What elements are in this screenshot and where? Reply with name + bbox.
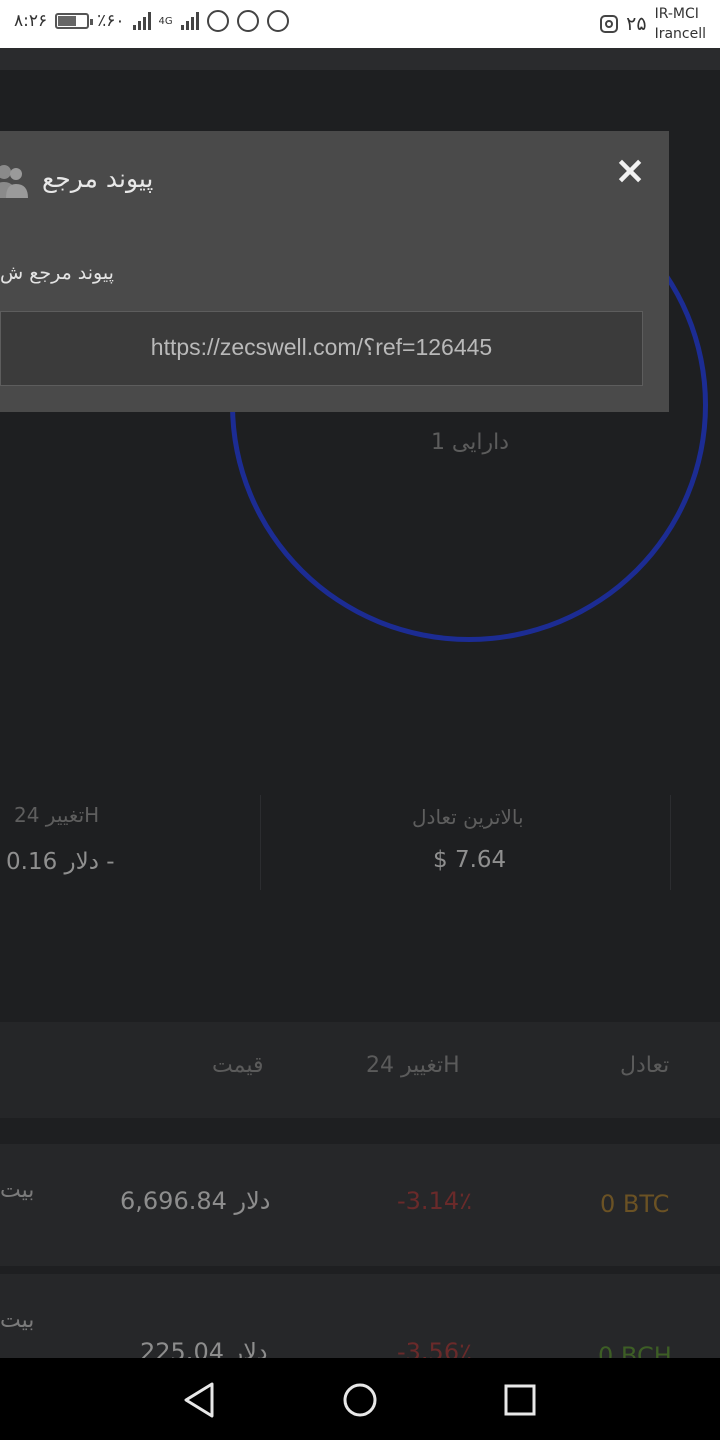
back-triangle-icon[interactable] — [178, 1378, 222, 1422]
eye-icon — [206, 10, 229, 32]
navigation-bar — [0, 1358, 720, 1440]
recents-square-icon[interactable] — [498, 1378, 542, 1422]
stats-divider — [260, 795, 261, 890]
data-saver-icon — [266, 10, 289, 32]
notification-count: ۲۵ — [626, 13, 647, 35]
header-change: تغییر 24H — [366, 1053, 460, 1078]
header-price: قیمت — [212, 1053, 264, 1078]
row-coin: بیت — [0, 1178, 35, 1203]
clock: ۸:۲۶ — [14, 11, 48, 31]
header-balance: تعادل — [620, 1053, 670, 1078]
change-label: تغییر 24H — [14, 803, 100, 827]
battery-icon — [55, 13, 94, 29]
status-bar: ۸:۲۶ ٪۶۰ 4G ۲۵ IR-MCI Irancell — [0, 0, 720, 48]
table-row[interactable]: 0 BTC -3.14٪ دلار 6,696.84 بیت — [0, 1144, 720, 1266]
home-circle-icon[interactable] — [338, 1378, 382, 1422]
stats-panel: تغییر 24H دلار 0.16 - بالاترین تعادل $ 7… — [0, 795, 720, 890]
modal-subtitle: پیوند مرجع ش — [0, 262, 114, 284]
network-type: 4G — [158, 15, 173, 27]
row-change: -3.14٪ — [397, 1187, 472, 1215]
signal-icon — [132, 12, 151, 30]
table-header — [0, 1022, 720, 1118]
top-balance-label: بالاترین تعادل — [412, 805, 524, 829]
row-balance: 0 BTC — [600, 1190, 670, 1218]
asset-count: دارایی 1 — [430, 430, 510, 455]
status-left: ۸:۲۶ ٪۶۰ 4G — [14, 10, 289, 32]
signal-icon-2 — [180, 12, 199, 30]
modal-title: پیوند مرجع — [42, 164, 154, 193]
battery-percent: ٪۶۰ — [97, 11, 125, 31]
app-header — [0, 48, 720, 70]
carrier-2: Irancell — [654, 26, 706, 42]
referral-link[interactable]: https://zecswell.com/؟ref=126445 — [1, 334, 642, 361]
alarm-icon — [236, 10, 259, 32]
carrier-info: IR-MCI Irancell — [655, 4, 706, 44]
change-value: دلار 0.16 - — [6, 849, 115, 875]
row-price: دلار 6,696.84 — [120, 1187, 271, 1215]
stats-divider — [670, 795, 671, 890]
row-coin: بیت — [0, 1308, 35, 1333]
close-button[interactable]: × — [612, 150, 648, 190]
users-icon — [0, 165, 28, 198]
instagram-icon — [600, 15, 619, 33]
status-right: ۲۵ IR-MCI Irancell — [600, 4, 706, 44]
carrier-1: IR-MCI — [654, 6, 699, 22]
top-balance-value: $ 7.64 — [433, 847, 507, 873]
referral-link-field[interactable]: https://zecswell.com/؟ref=126445 — [0, 311, 643, 386]
